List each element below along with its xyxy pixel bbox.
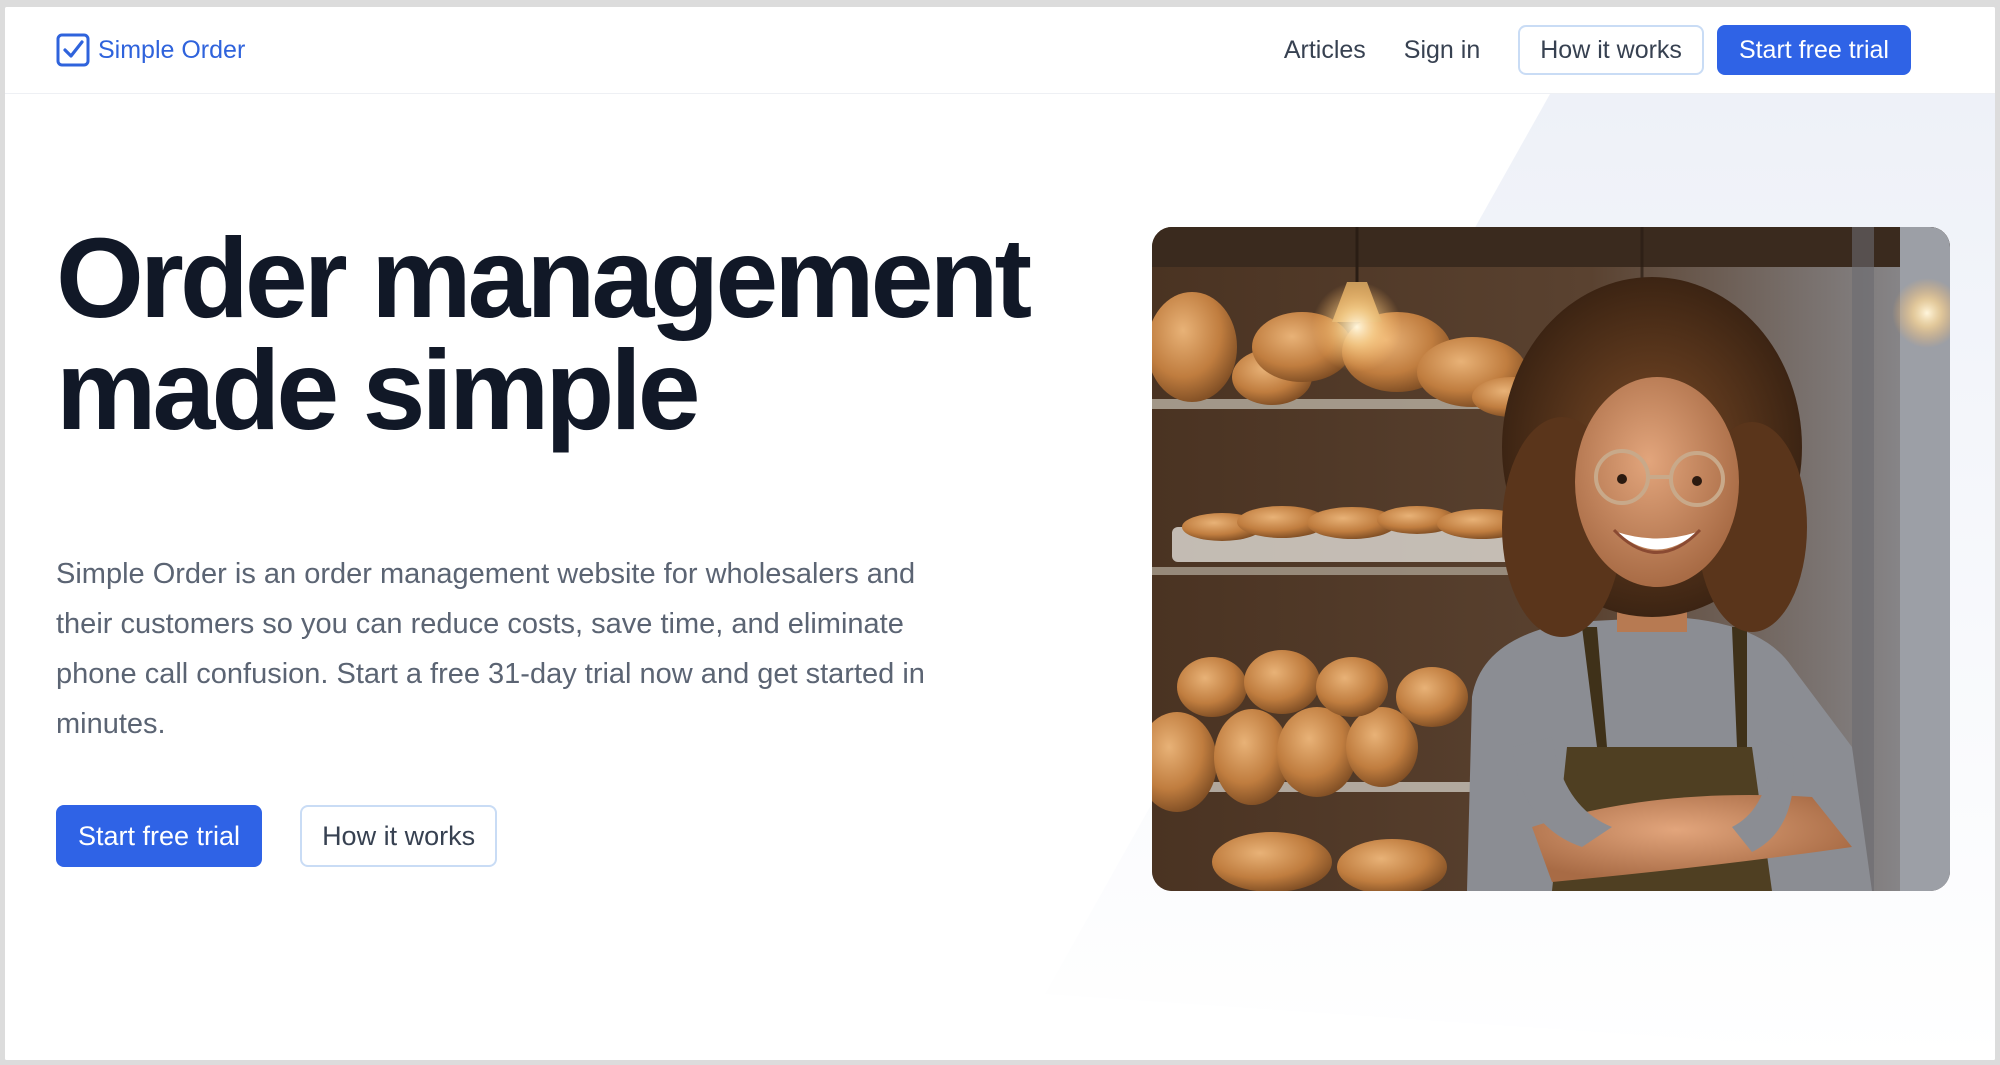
hero-section: Order management made simple Simple Orde… xyxy=(5,94,1995,1060)
browser-viewport: Simple Order Articles Sign in How it wor… xyxy=(5,7,1995,1060)
hero-title-line-1: Order management xyxy=(56,215,1032,341)
nav-sign-in-link[interactable]: Sign in xyxy=(1404,36,1480,65)
brand-logo-link[interactable]: Simple Order xyxy=(56,33,245,67)
bakery-photo-illustration xyxy=(1152,227,1950,891)
brand-name: Simple Order xyxy=(98,35,246,64)
nav-articles-link[interactable]: Articles xyxy=(1284,36,1366,65)
nav-start-trial-button[interactable]: Start free trial xyxy=(1716,25,1911,75)
site-header: Simple Order Articles Sign in How it wor… xyxy=(5,7,1995,94)
hero-title: Order management made simple xyxy=(56,222,1056,447)
hero-title-line-2: made simple xyxy=(56,327,701,453)
bakery-photo xyxy=(1152,227,1950,891)
nav-how-it-works-button[interactable]: How it works xyxy=(1518,25,1704,75)
hero-start-trial-button[interactable]: Start free trial xyxy=(56,805,263,867)
hero-how-it-works-button[interactable]: How it works xyxy=(300,805,498,867)
hero-description: Simple Order is an order management webs… xyxy=(56,558,925,740)
hero-actions: Start free trial How it works xyxy=(56,805,498,867)
top-nav: Articles Sign in How it works Start free… xyxy=(1284,25,1911,75)
checkbox-logo-icon xyxy=(56,33,90,67)
